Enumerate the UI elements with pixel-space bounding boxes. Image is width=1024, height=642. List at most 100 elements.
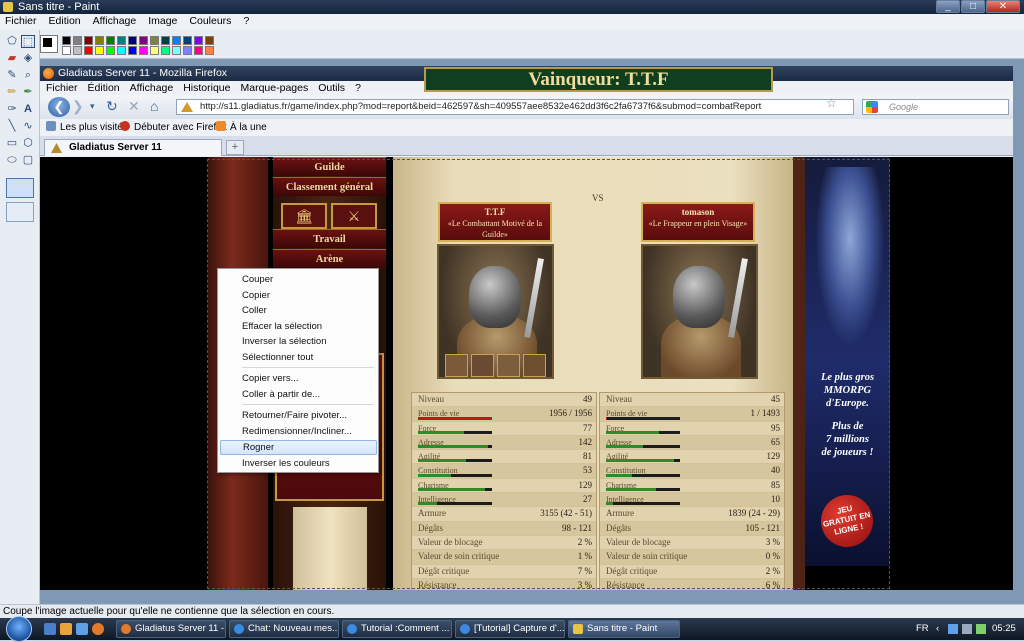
paint-menu-help[interactable]: ?: [243, 14, 249, 29]
palette-swatch[interactable]: [117, 36, 126, 45]
companion-1[interactable]: [445, 354, 468, 377]
rect-select-icon[interactable]: ⬚: [21, 35, 35, 48]
minimize-button[interactable]: _: [936, 0, 960, 13]
polygon-icon[interactable]: ⬡: [21, 137, 35, 150]
menu-coller[interactable]: Coller: [220, 303, 377, 318]
magnifier-icon[interactable]: ⌕: [21, 69, 35, 82]
ff-menu-affichage[interactable]: Affichage: [130, 81, 174, 95]
start-button[interactable]: [6, 616, 32, 642]
stop-icon[interactable]: ✕: [128, 96, 140, 116]
line-icon[interactable]: ╲: [5, 120, 19, 133]
menu-copier[interactable]: Copier: [220, 288, 377, 303]
palette-swatch[interactable]: [194, 46, 203, 55]
bookmark-getting-started[interactable]: Débuter avec Firefox: [120, 119, 227, 136]
tab-gladiatus[interactable]: Gladiatus Server 11: [44, 139, 222, 156]
antivirus-icon[interactable]: [976, 624, 986, 634]
palette-swatch[interactable]: [161, 36, 170, 45]
ff-menu-fichier[interactable]: Fichier: [46, 81, 78, 95]
explorer-icon[interactable]: [76, 623, 88, 635]
palette-swatch[interactable]: [205, 46, 214, 55]
palette-swatch[interactable]: [84, 46, 93, 55]
pencil-icon[interactable]: ✏: [5, 86, 19, 99]
network-icon[interactable]: [948, 624, 958, 634]
rounded-rect-icon[interactable]: ▢: [21, 154, 35, 167]
fighter-left-name[interactable]: T.T.F: [440, 207, 550, 218]
transparent-mode-icon[interactable]: [6, 202, 34, 222]
palette-swatch[interactable]: [84, 36, 93, 45]
palette-swatch[interactable]: [128, 36, 137, 45]
opaque-mode-icon[interactable]: [6, 178, 34, 198]
palette-swatch[interactable]: [62, 46, 71, 55]
task-gladiatus[interactable]: Gladiatus Server 11 - ...: [116, 620, 226, 638]
rectangle-icon[interactable]: ▭: [5, 137, 19, 150]
palette-swatch[interactable]: [95, 46, 104, 55]
map-icon[interactable]: ⚔: [331, 203, 377, 229]
nav-travail[interactable]: Travail: [273, 229, 386, 248]
text-icon[interactable]: A: [21, 103, 35, 116]
ff-menu-outils[interactable]: Outils: [318, 81, 345, 95]
media-player-icon[interactable]: [60, 623, 72, 635]
bookmark-headlines[interactable]: À la une: [216, 119, 267, 136]
nav-arene[interactable]: Arène: [273, 249, 386, 268]
palette-swatch[interactable]: [139, 36, 148, 45]
menu-rogner[interactable]: Rogner: [220, 440, 377, 455]
paint-menu-affichage[interactable]: Affichage: [93, 14, 137, 29]
palette-swatch[interactable]: [95, 36, 104, 45]
palette-swatch[interactable]: [183, 46, 192, 55]
menu-selectionner-tout[interactable]: Sélectionner tout: [220, 350, 377, 365]
companion-3[interactable]: [497, 354, 520, 377]
ff-menu-help[interactable]: ?: [355, 81, 361, 95]
ff-menu-historique[interactable]: Historique: [183, 81, 230, 95]
maximize-button[interactable]: □: [961, 0, 985, 13]
paint-menu-fichier[interactable]: Fichier: [5, 14, 37, 29]
tray-expand-icon[interactable]: ‹: [936, 618, 939, 640]
palette-swatch[interactable]: [183, 36, 192, 45]
palette-swatch[interactable]: [150, 46, 159, 55]
ad-banner[interactable]: Le plus gros MMORPG d'Europe. Plus de 7 …: [805, 157, 890, 566]
fighter-right-name[interactable]: tomason: [643, 207, 753, 218]
free-select-icon[interactable]: ⬠: [5, 35, 19, 48]
palette-swatch[interactable]: [73, 36, 82, 45]
palette-swatch[interactable]: [139, 46, 148, 55]
task-tutorial-comment[interactable]: Tutorial :Comment ...: [342, 620, 452, 638]
palette-swatch[interactable]: [172, 46, 181, 55]
palette-swatch[interactable]: [73, 46, 82, 55]
paint-menu-edition[interactable]: Edition: [49, 14, 81, 29]
firefox-quicklaunch-icon[interactable]: [92, 623, 104, 635]
eraser-icon[interactable]: ▰: [5, 52, 19, 65]
menu-coller-depuis[interactable]: Coller à partir de...: [220, 387, 377, 402]
menu-retourner-pivoter[interactable]: Retourner/Faire pivoter...: [220, 408, 377, 423]
companion-2[interactable]: [471, 354, 494, 377]
curve-icon[interactable]: ∿: [21, 120, 35, 133]
nav-guilde[interactable]: Guilde: [273, 157, 386, 176]
url-bar[interactable]: http://s11.gladiatus.fr/game/index.php?m…: [176, 99, 854, 115]
forward-icon[interactable]: ❯: [72, 96, 84, 116]
close-button[interactable]: ✕: [986, 0, 1020, 13]
bookmark-star-icon[interactable]: ☆: [826, 96, 837, 110]
palette-swatch[interactable]: [205, 36, 214, 45]
menu-effacer-selection[interactable]: Effacer la sélection: [220, 319, 377, 334]
nav-classement[interactable]: Classement général: [273, 177, 386, 196]
palette-swatch[interactable]: [62, 36, 71, 45]
palette-swatch[interactable]: [128, 46, 137, 55]
menu-redimensionner[interactable]: Redimensionner/Incliner...: [220, 424, 377, 439]
temple-icon[interactable]: 🏛: [281, 203, 327, 229]
task-paint[interactable]: Sans titre - Paint: [568, 620, 680, 638]
menu-inverser-couleurs[interactable]: Inverser les couleurs: [220, 456, 377, 471]
palette-swatch[interactable]: [161, 46, 170, 55]
ff-menu-marque-pages[interactable]: Marque-pages: [241, 81, 309, 95]
palette-swatch[interactable]: [194, 36, 203, 45]
back-icon[interactable]: ❮: [48, 97, 70, 117]
task-tutorial-capture[interactable]: [Tutorial] Capture d'...: [455, 620, 565, 638]
color-picker-icon[interactable]: ✎: [5, 69, 19, 82]
palette-swatch[interactable]: [172, 36, 181, 45]
reload-icon[interactable]: ↻: [106, 96, 118, 116]
show-desktop-icon[interactable]: [44, 623, 56, 635]
pasted-firefox-image[interactable]: Gladiatus Server 11 - Mozilla Firefox Fi…: [40, 66, 1013, 590]
history-dropdown-icon[interactable]: ▾: [90, 96, 95, 116]
menu-couper[interactable]: Couper: [220, 272, 377, 287]
home-icon[interactable]: ⌂: [150, 96, 158, 116]
new-tab-button[interactable]: +: [226, 140, 244, 155]
airbrush-icon[interactable]: ✑: [5, 103, 19, 116]
palette-swatch[interactable]: [106, 46, 115, 55]
